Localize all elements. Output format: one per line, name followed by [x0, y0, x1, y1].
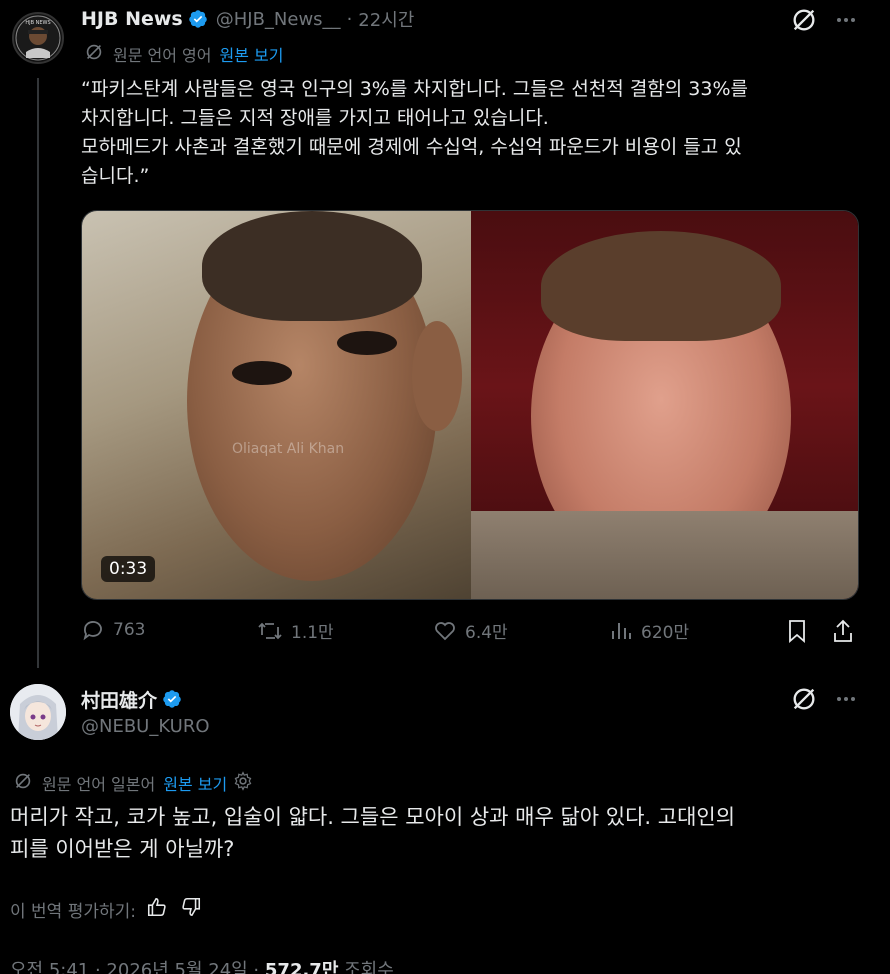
video-watermark: Oliaqat Ali Khan [232, 441, 345, 457]
show-original-link[interactable]: 원본 보기 [220, 42, 284, 66]
anime-avatar-icon [10, 684, 66, 740]
handle[interactable]: @HJB_News__ [216, 9, 341, 30]
like-button[interactable]: 6.4만 [433, 618, 508, 643]
verified-badge-icon [188, 9, 208, 30]
video-frame-right [471, 211, 858, 599]
like-count: 6.4만 [465, 623, 508, 643]
tweet-text: “파키스탄계 사람들은 영국 인구의 3%를 차지합니다. 그들은 선천적 결함… [81, 75, 871, 191]
tweet-text: 머리가 작고, 코가 높고, 입술이 얇다. 그들은 모아이 상과 매우 닮아 … [10, 801, 880, 865]
view-count-label: 조회수 [338, 960, 394, 974]
post-timestamp[interactable]: 오전 5:41 · 2026년 5월 24일 · [10, 960, 265, 974]
translation-notice: 원문 언어 영어 원본 보기 [83, 41, 283, 67]
tweet1-header: HJB News @HJB_News__ · 22시간 [81, 6, 414, 32]
translation-notice: 원문 언어 일본어 원본 보기 [12, 770, 253, 796]
reply-button[interactable]: 763 [81, 618, 145, 642]
avatar[interactable]: HJB NEWS [12, 12, 64, 64]
video-frame-left: Oliaqat Ali Khan 0:33 [82, 211, 471, 599]
thumbs-down-icon[interactable] [180, 896, 202, 923]
translation-source: 원문 언어 일본어 [42, 775, 156, 794]
svg-text:HJB NEWS: HJB NEWS [25, 20, 50, 26]
thumbs-up-icon[interactable] [146, 896, 168, 923]
rate-translation: 이 번역 평가하기: [10, 896, 202, 923]
tweet-text-line: 피를 이어받은 게 아닐까? [10, 837, 235, 861]
rate-translation-label: 이 번역 평가하기: [10, 902, 137, 922]
separator-dot: · [346, 8, 353, 30]
views-chart-icon [612, 622, 631, 639]
tweet1-actions: 763 1.1만 6.4만 620만 [81, 618, 861, 648]
retweet-icon [258, 622, 282, 639]
display-name[interactable]: 村田雄介 [81, 686, 157, 713]
translate-icon [83, 41, 105, 67]
tweet-text-line: 머리가 작고, 코가 높고, 입술이 얇다. 그들은 모아이 상과 매우 닮아 … [10, 805, 736, 829]
views-count: 620만 [641, 623, 690, 643]
handle[interactable]: @NEBU_KURO [81, 716, 210, 737]
tweet-text-line: 습니다.” [81, 165, 150, 187]
more-icon[interactable] [834, 8, 858, 32]
grok-icon[interactable] [790, 6, 818, 34]
bookmark-icon[interactable] [785, 618, 809, 648]
show-original-link[interactable]: 원본 보기 [163, 771, 227, 795]
tweet2-header: 村田雄介 [81, 686, 182, 712]
tweet-meta: 오전 5:41 · 2026년 5월 24일 · 572.7만 조회수 [10, 956, 394, 974]
tweet-text-line: 차지합니다. 그들은 지적 장애를 가지고 태어나고 있습니다. [81, 107, 549, 129]
retweet-count: 1.1만 [291, 623, 334, 643]
verified-badge-icon [162, 689, 182, 710]
tweet-text-line: “파키스탄계 사람들은 영국 인구의 3%를 차지합니다. 그들은 선천적 결함… [81, 78, 749, 100]
avatar[interactable] [10, 684, 66, 740]
reply-icon [83, 621, 102, 641]
tweet-text-line: 모하메드가 사촌과 결혼했기 때문에 경제에 수십억, 수십억 파운드가 비용이… [81, 136, 742, 158]
translate-icon [12, 770, 34, 796]
timestamp[interactable]: 22시간 [358, 6, 414, 32]
views-button[interactable]: 620만 [609, 618, 689, 643]
grok-icon[interactable] [790, 685, 818, 713]
thread-line [37, 78, 39, 668]
hjb-logo-icon: HJB NEWS [15, 15, 61, 61]
settings-gear-icon[interactable] [233, 771, 253, 795]
reply-count: 763 [113, 620, 146, 640]
translation-source: 원문 언어 영어 [113, 46, 212, 65]
retweet-button[interactable]: 1.1만 [257, 618, 334, 643]
heart-icon [435, 621, 455, 640]
more-icon[interactable] [834, 687, 858, 711]
video-duration: 0:33 [101, 556, 156, 582]
view-count: 572.7만 [264, 960, 339, 974]
share-icon[interactable] [831, 618, 855, 648]
video-player[interactable]: Oliaqat Ali Khan 0:33 [81, 210, 859, 600]
display-name[interactable]: HJB News [81, 8, 183, 30]
